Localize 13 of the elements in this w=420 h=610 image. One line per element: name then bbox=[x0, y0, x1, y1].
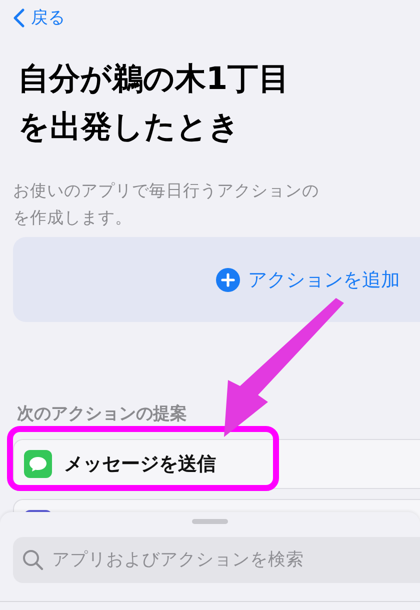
chevron-left-icon bbox=[13, 8, 25, 28]
back-link[interactable]: 戻る bbox=[13, 6, 65, 29]
grab-handle[interactable] bbox=[192, 519, 228, 524]
search-icon bbox=[22, 549, 44, 571]
page-title: 自分が鵜の木1丁目 を出発したとき bbox=[18, 60, 291, 147]
add-action-button[interactable]: アクションを追加 bbox=[13, 237, 420, 322]
chat-bubble-icon bbox=[24, 450, 52, 478]
suggestion-row[interactable]: メッセージを送信 bbox=[13, 439, 420, 489]
search-field[interactable]: アプリおよびアクションを検索 bbox=[13, 537, 420, 583]
description-text: お使いのアプリで毎日行うアクションの を作成します。 bbox=[13, 180, 320, 229]
plus-circle-icon bbox=[216, 268, 240, 292]
section-header: 次のアクションの提案 bbox=[17, 403, 188, 425]
search-input[interactable]: アプリおよびアクションを検索 bbox=[50, 549, 420, 571]
